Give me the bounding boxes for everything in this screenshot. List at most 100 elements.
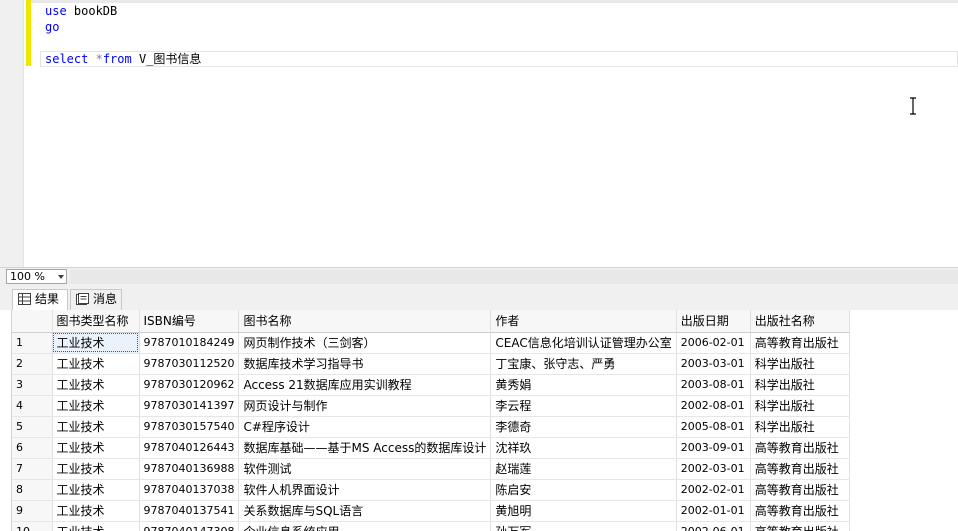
cell-date[interactable]: 2002-03-01 [676, 458, 751, 480]
cell-title[interactable]: C#程序设计 [238, 416, 492, 438]
cell-category[interactable]: 工业技术 [52, 416, 140, 438]
table-row[interactable]: 2 工业技术 9787030112520 数据库技术学习指导书 丁宝康、张守志、严勇 20… [12, 353, 850, 375]
cell-date[interactable]: 2003-08-01 [676, 374, 751, 396]
cell-date[interactable]: 2002-06-01 [676, 521, 751, 531]
row-number[interactable]: 1 [12, 332, 53, 354]
cell-isbn[interactable]: 9787010184249 [139, 332, 240, 354]
cell-publisher[interactable]: 科学出版社 [750, 374, 850, 396]
code-line-2[interactable]: go [45, 19, 59, 35]
cell-author[interactable]: CEAC信息化培训认证管理办公室 [490, 332, 677, 354]
cell-title[interactable]: 关系数据库与SQL语言 [238, 500, 492, 522]
cell-author[interactable]: 黄秀娟 [490, 374, 677, 396]
cell-author[interactable]: 孙万军 [490, 521, 677, 531]
cell-category[interactable]: 工业技术 [52, 458, 140, 480]
column-header-author[interactable]: 作者 [490, 310, 677, 333]
cell-isbn[interactable]: 9787030141397 [139, 395, 240, 417]
cell-date[interactable]: 2002-01-01 [676, 500, 751, 522]
cell-date[interactable]: 2002-02-01 [676, 479, 751, 501]
cell-isbn[interactable]: 9787040126443 [139, 437, 240, 459]
tab-messages[interactable]: 消息 [70, 289, 122, 310]
table-row[interactable]: 10工业技术9787040147308企业信息系统应用孙万军2002-06-01… [12, 521, 850, 531]
keyword: select [45, 52, 89, 66]
code-line-4[interactable]: select *from V_图书信息 [45, 51, 201, 67]
cell-isbn[interactable]: 9787040137038 [139, 479, 240, 501]
cell-author[interactable]: 赵瑞莲 [490, 458, 677, 480]
column-header-title[interactable]: 图书名称 [238, 310, 492, 333]
row-number[interactable]: 5 [12, 416, 53, 438]
zoom-value: 100 % [10, 270, 45, 283]
table-row[interactable]: 6 工业技术 9787040126443 数据库基础——基于MS Access的数据库… [12, 437, 850, 459]
cell-title[interactable]: 企业信息系统应用 [238, 521, 492, 531]
cell-category[interactable]: 工业技术 [52, 353, 140, 375]
table-row[interactable]: 4 工业技术 9787030141397 网页设计与制作 李云程 2002-08-01 科学… [12, 395, 850, 417]
cell-publisher[interactable]: 高等教育出版社 [750, 500, 850, 522]
cell-isbn[interactable]: 9787040136988 [139, 458, 240, 480]
cell-category[interactable]: 工业技术 [52, 374, 140, 396]
row-number[interactable]: 3 [12, 374, 53, 396]
cell-publisher[interactable]: 高等教育出版社 [750, 332, 850, 354]
cell-title[interactable]: Access 21数据库应用实训教程 [238, 374, 492, 396]
table-row[interactable]: 3 工业技术 9787030120962 Access 21数据库应用实训教程 黄秀娟 2… [12, 374, 850, 396]
cell-isbn[interactable]: 9787040137541 [139, 500, 240, 522]
cell-date[interactable]: 2003-09-01 [676, 437, 751, 459]
cell-publisher[interactable]: 科学出版社 [750, 416, 850, 438]
cell-author[interactable]: 沈祥玖 [490, 437, 677, 459]
table-row[interactable]: 7 工业技术 9787040136988 软件测试 赵瑞莲 2002-03-01 高等教育出… [12, 458, 850, 480]
column-header-date[interactable]: 出版日期 [676, 310, 751, 333]
tab-results-label: 结果 [35, 292, 60, 306]
cell-category[interactable]: 工业技术 [52, 437, 140, 459]
cell-title[interactable]: 网页制作技术（三剑客） [238, 332, 492, 354]
cell-category[interactable]: 工业技术 [52, 479, 140, 501]
cell-title[interactable]: 网页设计与制作 [238, 395, 492, 417]
cell-category[interactable]: 工业技术 [52, 395, 140, 417]
table-row[interactable]: 5 工业技术 9787030157540 C#程序设计 李德奇 2005-08-01 科学出… [12, 416, 850, 438]
cell-publisher[interactable]: 高等教育出版社 [750, 479, 850, 501]
cell-date[interactable]: 2002-08-01 [676, 395, 751, 417]
cell-isbn[interactable]: 9787030157540 [139, 416, 240, 438]
horizontal-scrollbar[interactable] [70, 270, 958, 284]
row-number[interactable]: 9 [12, 500, 53, 522]
tab-results[interactable]: 结果 [12, 289, 68, 310]
cell-isbn[interactable]: 9787030112520 [139, 353, 240, 375]
cell-date[interactable]: 2003-03-01 [676, 353, 751, 375]
cell-author[interactable]: 陈启安 [490, 479, 677, 501]
row-number[interactable]: 6 [12, 437, 53, 459]
cell-author[interactable]: 黄旭明 [490, 500, 677, 522]
ibeam-cursor-icon [910, 97, 916, 115]
cell-author[interactable]: 丁宝康、张守志、严勇 [490, 353, 677, 375]
cell-title[interactable]: 软件测试 [238, 458, 492, 480]
cell-category[interactable]: 工业技术 [52, 500, 140, 522]
cell-title[interactable]: 软件人机界面设计 [238, 479, 492, 501]
column-header-category[interactable]: 图书类型名称 [52, 310, 140, 333]
cell-author[interactable]: 李德奇 [490, 416, 677, 438]
column-header-rownum[interactable] [12, 310, 53, 333]
cell-title[interactable]: 数据库技术学习指导书 [238, 353, 492, 375]
cell-publisher[interactable]: 高等教育出版社 [750, 521, 850, 531]
code-line-1[interactable]: use bookDB [45, 3, 117, 19]
row-number[interactable]: 10 [12, 521, 53, 531]
cell-category[interactable]: 工业技术 [52, 521, 140, 531]
zoom-dropdown[interactable]: 100 % [6, 269, 67, 284]
row-number[interactable]: 7 [12, 458, 53, 480]
column-header-isbn[interactable]: ISBN编号 [139, 310, 240, 333]
cell-publisher[interactable]: 科学出版社 [750, 353, 850, 375]
cell-category[interactable]: 工业技术 [52, 332, 140, 354]
query-editor[interactable]: use bookDB go select *from V_图书信息 [0, 0, 958, 267]
cell-date[interactable]: 2006-02-01 [676, 332, 751, 354]
table-row[interactable]: 1 工业技术 9787010184249 网页制作技术（三剑客） CEAC信息化培训认证… [12, 332, 850, 354]
results-grid[interactable]: 图书类型名称 ISBN编号 图书名称 作者 出版日期 出版社名称 1 工业技术 97… [11, 310, 958, 531]
cell-publisher[interactable]: 科学出版社 [750, 395, 850, 417]
row-number[interactable]: 8 [12, 479, 53, 501]
row-number[interactable]: 4 [12, 395, 53, 417]
cell-date[interactable]: 2005-08-01 [676, 416, 751, 438]
cell-publisher[interactable]: 高等教育出版社 [750, 437, 850, 459]
cell-isbn[interactable]: 9787040147308 [139, 521, 240, 531]
cell-isbn[interactable]: 9787030120962 [139, 374, 240, 396]
column-header-publisher[interactable]: 出版社名称 [750, 310, 850, 333]
cell-publisher[interactable]: 高等教育出版社 [750, 458, 850, 480]
cell-title[interactable]: 数据库基础——基于MS Access的数据库设计 [238, 437, 492, 459]
table-row[interactable]: 8 工业技术 9787040137038 软件人机界面设计 陈启安 2002-02-01 高… [12, 479, 850, 501]
cell-author[interactable]: 李云程 [490, 395, 677, 417]
table-row[interactable]: 9 工业技术 9787040137541 关系数据库与SQL语言 黄旭明 2002-01-… [12, 500, 850, 522]
row-number[interactable]: 2 [12, 353, 53, 375]
